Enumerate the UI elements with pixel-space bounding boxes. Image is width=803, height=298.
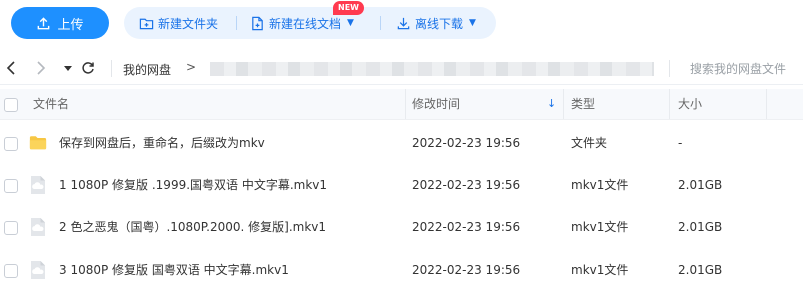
file-icon bbox=[31, 261, 45, 279]
navigation-bar: 我的网盘 > bbox=[0, 54, 803, 85]
history-dropdown-icon[interactable] bbox=[60, 60, 76, 76]
breadcrumb-root[interactable]: 我的网盘 bbox=[123, 61, 171, 78]
sort-desc-icon[interactable]: ↓ bbox=[547, 97, 556, 110]
file-type: mkv1文件 bbox=[571, 178, 629, 192]
file-icon bbox=[31, 218, 45, 236]
modified-time: 2022-02-23 19:56 bbox=[412, 263, 521, 277]
file-type: mkv1文件 bbox=[571, 263, 629, 277]
modified-time: 2022-02-23 19:56 bbox=[412, 178, 521, 192]
breadcrumb-separator: > bbox=[186, 60, 197, 74]
column-header-type[interactable]: 类型 bbox=[571, 89, 595, 119]
back-icon[interactable] bbox=[3, 60, 19, 76]
new-badge: NEW bbox=[333, 1, 364, 15]
file-icon bbox=[31, 176, 45, 194]
select-all-checkbox[interactable] bbox=[4, 98, 18, 112]
caret-down-icon: ▼ bbox=[347, 18, 354, 28]
toolbar: 上传 新建文件夹 新建在线文档 ▼ 离线下载 ▼ NEW bbox=[0, 0, 803, 50]
file-name[interactable]: 保存到网盘后，重命名，后缀改为mkv bbox=[59, 122, 265, 164]
table-row[interactable]: 1 1080P 修复版 .1999.国粤双语 中文字幕.mkv1 2022-02… bbox=[0, 164, 803, 206]
toolbar-divider bbox=[380, 16, 381, 30]
new-folder-icon bbox=[139, 18, 154, 29]
file-size: 2.01GB bbox=[678, 178, 723, 192]
file-name[interactable]: 2 色之恶鬼（国粤）.1080P.2000. 修复版].mkv1 bbox=[59, 206, 326, 248]
offline-download-button[interactable]: 离线下载 ▼ bbox=[396, 7, 476, 39]
new-online-doc-label: 新建在线文档 bbox=[269, 16, 342, 31]
column-divider bbox=[563, 89, 564, 119]
caret-down-icon: ▼ bbox=[469, 18, 476, 28]
forward-icon[interactable] bbox=[33, 60, 49, 76]
file-name[interactable]: 1 1080P 修复版 .1999.国粤双语 中文字幕.mkv1 bbox=[59, 164, 327, 206]
new-doc-icon bbox=[252, 16, 263, 30]
file-type: 文件夹 bbox=[571, 136, 608, 150]
file-table-header: 文件名 修改时间 ↓ 类型 大小 bbox=[0, 89, 803, 120]
upload-button[interactable]: 上传 bbox=[11, 7, 109, 39]
toolbar-divider bbox=[236, 16, 237, 30]
new-folder-button[interactable]: 新建文件夹 bbox=[139, 7, 218, 39]
column-divider bbox=[669, 89, 670, 119]
file-size: 2.01GB bbox=[678, 220, 723, 234]
file-size: - bbox=[678, 136, 683, 150]
file-type: mkv1文件 bbox=[571, 220, 629, 234]
table-row[interactable]: 3 1080P 修复版 国粤双语 中文字幕.mkv1 2022-02-23 19… bbox=[0, 249, 803, 291]
upload-icon bbox=[38, 16, 50, 29]
redacted-breadcrumb-path bbox=[210, 62, 654, 76]
search-input[interactable] bbox=[684, 59, 803, 79]
column-header-modified[interactable]: 修改时间 bbox=[412, 89, 460, 119]
nav-divider bbox=[669, 60, 670, 77]
nav-divider bbox=[111, 60, 112, 77]
upload-label: 上传 bbox=[57, 17, 84, 33]
column-header-size[interactable]: 大小 bbox=[678, 89, 702, 119]
modified-time: 2022-02-23 19:56 bbox=[412, 136, 521, 150]
row-checkbox[interactable] bbox=[4, 137, 18, 151]
row-checkbox[interactable] bbox=[4, 179, 18, 193]
row-checkbox[interactable] bbox=[4, 221, 18, 235]
modified-time: 2022-02-23 19:56 bbox=[412, 220, 521, 234]
download-icon bbox=[397, 17, 410, 29]
new-folder-label: 新建文件夹 bbox=[158, 16, 219, 31]
row-checkbox[interactable] bbox=[4, 264, 18, 278]
file-size: 2.01GB bbox=[678, 263, 723, 277]
file-name[interactable]: 3 1080P 修复版 国粤双语 中文字幕.mkv1 bbox=[59, 249, 289, 291]
column-header-name[interactable]: 文件名 bbox=[33, 89, 69, 119]
table-row[interactable]: 2 色之恶鬼（国粤）.1080P.2000. 修复版].mkv1 2022-02… bbox=[0, 206, 803, 248]
refresh-icon[interactable] bbox=[80, 60, 96, 76]
column-divider bbox=[766, 89, 767, 119]
offline-download-label: 离线下载 bbox=[415, 16, 464, 31]
table-row[interactable]: 保存到网盘后，重命名，后缀改为mkv 2022-02-23 19:56 文件夹 … bbox=[0, 122, 803, 164]
column-divider bbox=[405, 89, 406, 119]
toolbar-action-group: 新建文件夹 新建在线文档 ▼ 离线下载 ▼ bbox=[124, 7, 496, 39]
folder-icon bbox=[29, 136, 47, 150]
